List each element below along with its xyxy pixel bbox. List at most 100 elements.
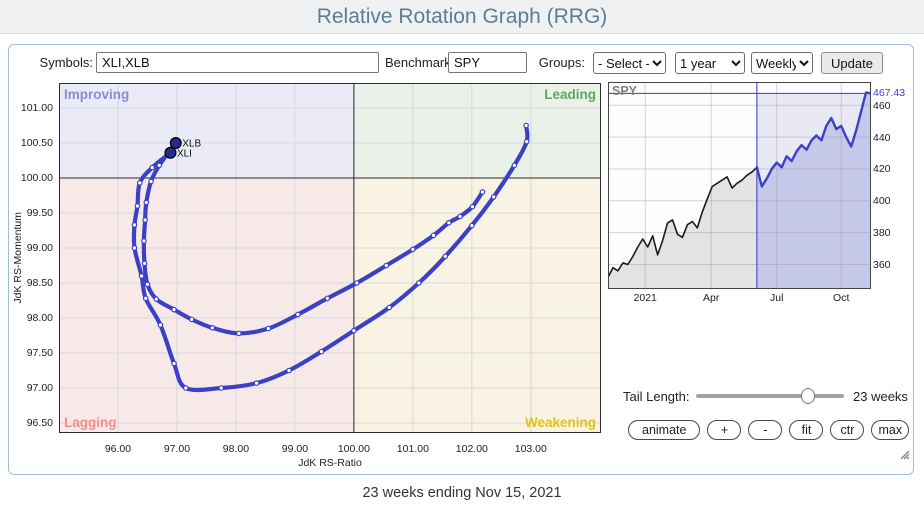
max-button[interactable]: max — [871, 420, 909, 440]
tail-marker-XLB — [480, 190, 484, 194]
tail-marker-XLI — [443, 254, 447, 258]
benchmark-input[interactable] — [448, 52, 527, 73]
tail-length-label: Tail Length: — [623, 389, 690, 404]
symbol-head-XLB[interactable] — [170, 138, 181, 149]
animate-button[interactable]: animate — [628, 420, 700, 440]
rrg-y-tick: 101.00 — [17, 102, 53, 114]
tail-marker-XLI — [524, 123, 528, 127]
symbol-head-label-XLB: XLB — [182, 138, 201, 149]
tail-marker-XLI — [512, 163, 516, 167]
action-buttons: animate +-fitctrmax — [628, 420, 909, 440]
tail-marker-XLB — [296, 312, 300, 316]
tail-marker-XLB — [458, 214, 462, 218]
tail-marker-XLI — [138, 181, 142, 185]
tail-marker-XLI — [287, 368, 291, 372]
tail-marker-XLI — [150, 165, 154, 169]
rrg-y-tick: 100.00 — [17, 172, 53, 184]
tail-marker-XLI — [143, 296, 147, 300]
benchmark-y-tick: 420 — [873, 163, 903, 175]
rrg-y-tick: 97.00 — [17, 382, 53, 394]
tail-marker-XLB — [154, 297, 158, 301]
tail-marker-XLB — [144, 200, 148, 204]
benchmark-y-tick: 460 — [873, 100, 903, 112]
rrg-y-tick: 99.00 — [17, 242, 53, 254]
period-caption: 23 weeks ending Nov 15, 2021 — [0, 485, 924, 501]
rrg-x-tick: 102.00 — [450, 443, 494, 455]
rrg-x-axis-title: JdK RS-Ratio — [59, 457, 601, 469]
benchmark-y-tick: 440 — [873, 132, 903, 144]
quadrant-label-leading: Leading — [544, 87, 596, 102]
tail-marker-XLI — [219, 386, 223, 390]
benchmark-label: Benchmark: — [385, 52, 444, 73]
tail-marker-XLB — [237, 331, 241, 335]
tail-marker-XLB — [142, 261, 146, 265]
rrg-y-tick: 100.50 — [17, 137, 53, 149]
quadrant-label-lagging: Lagging — [64, 415, 117, 430]
update-button[interactable]: Update — [821, 52, 883, 74]
rrg-chart: ImprovingLeadingLaggingWeakeningXLIXLB — [59, 83, 601, 433]
rrg-x-tick: 98.00 — [214, 443, 258, 455]
benchmark-y-tick: 400 — [873, 195, 903, 207]
chart-panel: Symbols: Benchmark: Groups: - Select - 1… — [8, 44, 914, 475]
benchmark-x-tick: 2021 — [625, 292, 665, 304]
fit-button[interactable]: fit — [789, 420, 823, 440]
tail-marker-XLB — [149, 179, 153, 183]
tail-marker-XLB — [145, 282, 149, 286]
tail-marker-XLI — [132, 223, 136, 227]
rrg-x-tick: 96.00 — [96, 443, 140, 455]
zoom-in-button[interactable]: + — [707, 420, 741, 440]
symbols-label: Symbols: — [29, 52, 93, 73]
rrg-y-tick: 99.50 — [17, 207, 53, 219]
tail-marker-XLI — [135, 204, 139, 208]
rrg-y-tick: 96.50 — [17, 417, 53, 429]
quadrant-lagging — [59, 178, 354, 433]
tail-marker-XLI — [352, 328, 356, 332]
tail-marker-XLB — [157, 163, 161, 167]
tail-marker-XLB — [384, 263, 388, 267]
tail-marker-XLI — [387, 305, 391, 309]
tail-marker-XLB — [470, 204, 474, 208]
period-select[interactable]: 1 year — [675, 52, 745, 74]
tail-marker-XLB — [210, 326, 214, 330]
tail-marker-XLB — [143, 218, 147, 222]
tail-marker-XLB — [189, 317, 193, 321]
mini-chart-title: SPY — [612, 84, 638, 98]
tail-marker-XLB — [355, 281, 359, 285]
tail-marker-XLB — [431, 233, 435, 237]
rrg-y-axis-title: JdK RS-Momentum — [11, 83, 24, 433]
zoom-out-button[interactable]: - — [748, 420, 782, 440]
tail-marker-XLB — [142, 239, 146, 243]
rrg-x-tick: 100.00 — [332, 443, 376, 455]
benchmark-mini-chart: SPY — [608, 82, 871, 289]
groups-select[interactable]: - Select - — [593, 52, 666, 74]
rrg-x-tick: 101.00 — [391, 443, 435, 455]
tail-marker-XLB — [266, 326, 270, 330]
benchmark-y-tick: 380 — [873, 227, 903, 239]
page-title: Relative Rotation Graph (RRG) — [0, 0, 924, 33]
symbol-head-label-XLI: XLI — [177, 148, 192, 159]
tail-marker-XLI — [491, 195, 495, 199]
symbols-input[interactable] — [96, 52, 379, 73]
rrg-app: Relative Rotation Graph (RRG) Symbols: B… — [0, 0, 924, 510]
tail-marker-XLI — [524, 139, 528, 143]
rrg-y-tick: 98.00 — [17, 312, 53, 324]
tail-length-value: 23 weeks — [853, 389, 908, 404]
tail-marker-XLI — [417, 281, 421, 285]
rrg-x-tick: 97.00 — [155, 443, 199, 455]
tail-marker-XLI — [139, 274, 143, 278]
tail-marker-XLI — [172, 361, 176, 365]
page-header: Relative Rotation Graph (RRG) — [0, 0, 924, 34]
center-button[interactable]: ctr — [830, 420, 864, 440]
frequency-select[interactable]: Weekly — [751, 52, 813, 74]
rrg-x-tick: 103.00 — [509, 443, 553, 455]
symbol-head-XLI[interactable] — [165, 147, 176, 158]
tail-length-slider-track[interactable] — [696, 394, 844, 398]
benchmark-y-tick: 360 — [873, 259, 903, 271]
groups-label: Groups: — [531, 52, 585, 73]
resize-grip-icon[interactable] — [895, 445, 911, 461]
tail-length-slider[interactable] — [696, 387, 844, 405]
tail-length-slider-handle[interactable] — [801, 388, 815, 404]
tail-marker-XLI — [132, 246, 136, 250]
quadrant-label-improving: Improving — [64, 87, 129, 102]
tail-marker-XLI — [319, 349, 323, 353]
